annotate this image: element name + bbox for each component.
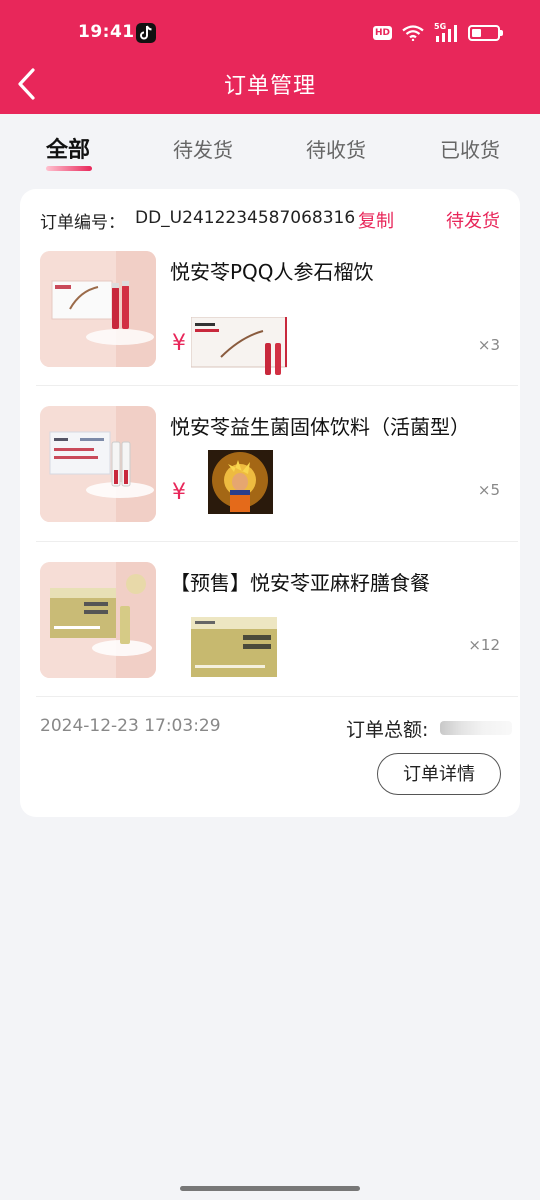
order-card[interactable]: 订单编号： DD_U2412234587068316 复制 待发货 悦安苓PQQ… [20, 189, 520, 817]
tab-received[interactable]: 已收货 [440, 134, 500, 163]
product-title: 悦安苓益生菌固体饮料（活菌型） [170, 415, 470, 439]
status-time: 19:41 [78, 22, 135, 42]
item-divider [36, 541, 518, 542]
product-title: 悦安苓PQQ人参石榴饮 [170, 260, 374, 284]
tiktok-notification-icon [136, 23, 156, 43]
tab-all[interactable]: 全部 [46, 132, 90, 164]
status-icons: HD 5G [372, 22, 503, 44]
product-price: ¥ [172, 480, 186, 505]
copy-order-number-button[interactable]: 复制 [358, 207, 394, 233]
wifi-icon [402, 25, 424, 41]
product-quantity: ×12 [468, 636, 500, 654]
order-total-label: 订单总额: [346, 719, 429, 741]
order-item[interactable]: 悦安苓益生菌固体饮料（活菌型） ¥ ×5 [20, 396, 520, 548]
signal-icon: 5G [434, 22, 458, 42]
order-tabs: 全部 待发货 待收货 已收货 [0, 114, 540, 180]
status-bar: 19:41 HD 5G [0, 0, 540, 62]
battery-icon [468, 25, 503, 41]
product-title: 【预售】悦安苓亚麻籽膳食餐 [170, 571, 430, 595]
home-indicator[interactable] [180, 1186, 360, 1191]
tab-pending-receipt[interactable]: 待收货 [306, 134, 366, 163]
order-time: 2024-12-23 17:03:29 [40, 716, 221, 736]
product-price: ¥ [172, 331, 186, 356]
tab-pending-shipment[interactable]: 待发货 [173, 134, 233, 163]
product-thumbnail [40, 406, 156, 522]
active-tab-indicator [46, 166, 92, 171]
order-item[interactable]: 【预售】悦安苓亚麻籽膳食餐 ×12 [20, 552, 520, 704]
product-mini-image [191, 317, 287, 375]
hd-badge: HD [372, 26, 392, 40]
product-thumbnail [40, 251, 156, 367]
page-title: 订单管理 [223, 74, 316, 99]
product-thumbnail [40, 562, 156, 678]
item-divider [36, 385, 518, 386]
app-header: 19:41 HD 5G 订单管理 [0, 0, 540, 114]
order-total-value-redacted [440, 721, 512, 735]
product-quantity: ×5 [477, 481, 500, 499]
product-quantity: ×3 [477, 336, 500, 354]
order-item[interactable]: 悦安苓PQQ人参石榴饮 ¥ ×3 [20, 241, 520, 393]
order-number-value: DD_U2412234587068316 [135, 208, 356, 228]
order-detail-button[interactable]: 订单详情 [377, 753, 501, 795]
product-mini-image [208, 450, 273, 514]
battery-level [472, 29, 481, 37]
item-divider [36, 696, 518, 697]
product-mini-image [191, 617, 277, 677]
order-number-label: 订单编号： [40, 213, 125, 233]
order-status-badge: 待发货 [446, 211, 500, 232]
